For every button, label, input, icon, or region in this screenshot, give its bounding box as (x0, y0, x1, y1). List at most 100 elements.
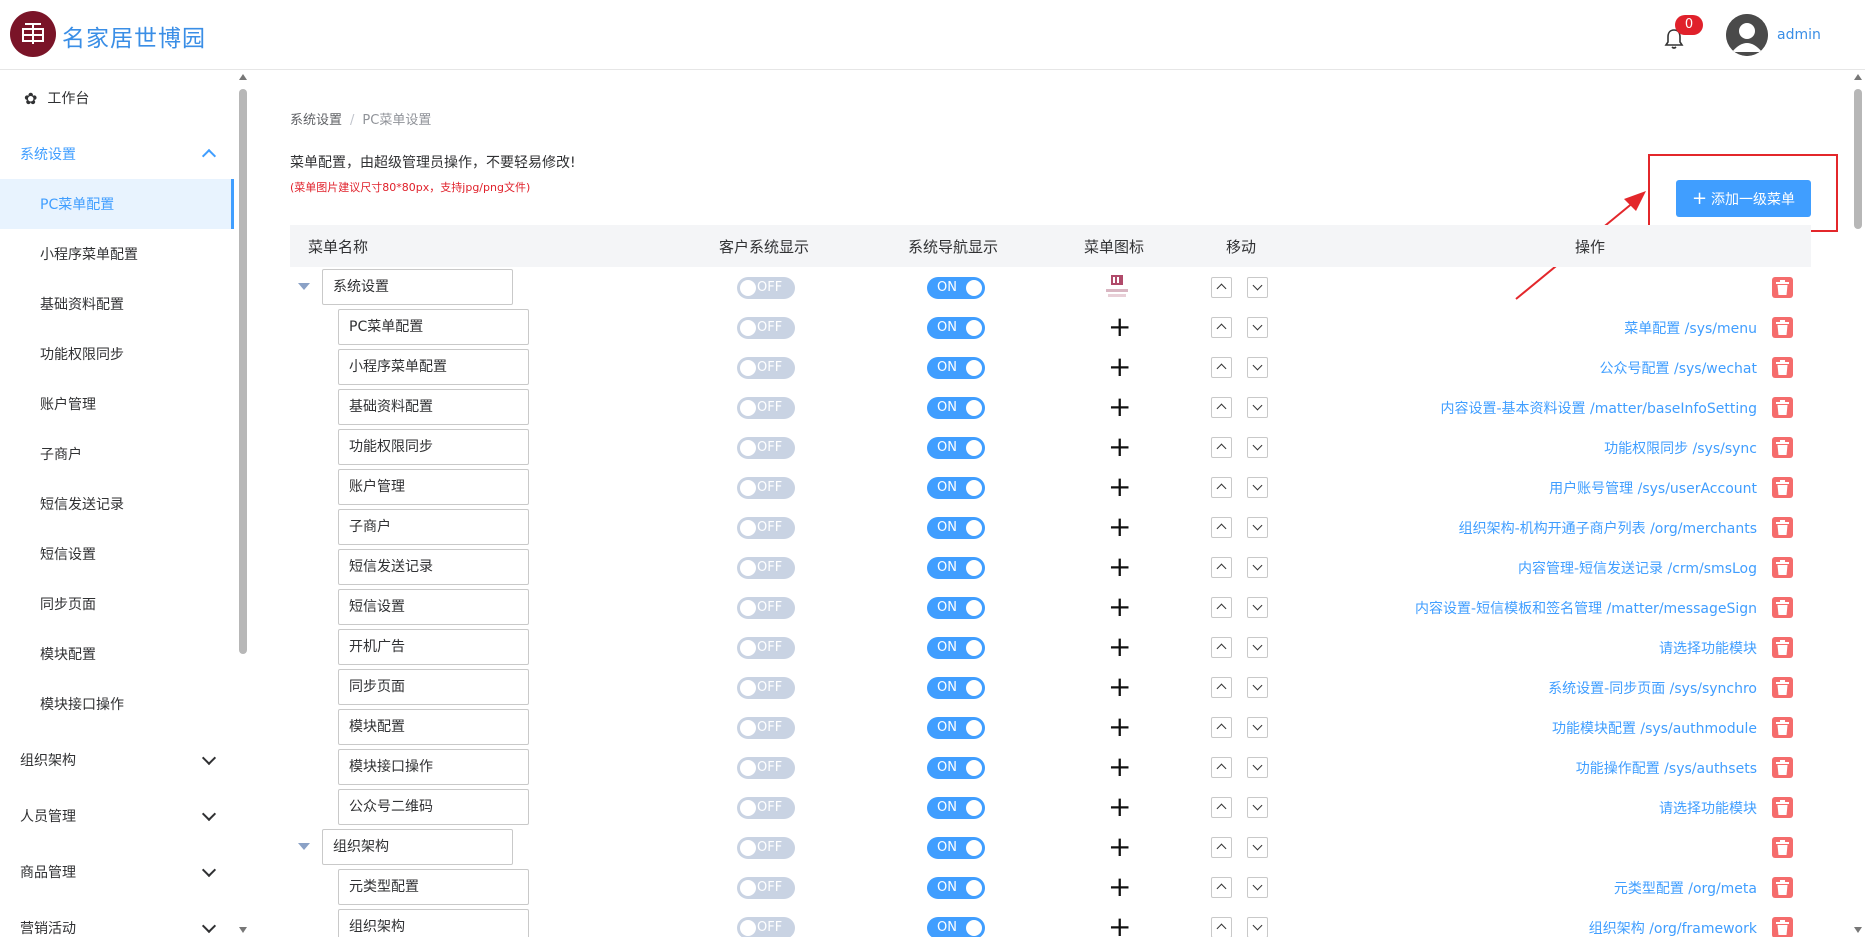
customer-display-toggle[interactable]: OFF (737, 637, 795, 659)
customer-display-toggle[interactable]: OFF (737, 517, 795, 539)
menu-name-input[interactable]: 子商户 (338, 509, 529, 545)
move-up-button[interactable] (1211, 877, 1232, 898)
nav-display-toggle[interactable]: ON (927, 397, 985, 419)
main-scrollbar[interactable] (1853, 71, 1863, 937)
sidebar-item-sync-page[interactable]: 同步页面 (0, 579, 234, 629)
move-down-button[interactable] (1247, 677, 1268, 698)
delete-button[interactable] (1772, 397, 1793, 418)
delete-button[interactable] (1772, 717, 1793, 738)
customer-display-toggle[interactable]: OFF (737, 477, 795, 499)
sidebar-item-miniprogram-menu[interactable]: 小程序菜单配置 (0, 229, 234, 279)
upload-plus-icon[interactable]: + (1108, 673, 1131, 701)
menu-name-input[interactable]: 短信设置 (338, 589, 529, 625)
menu-route-link[interactable]: 请选择功能模块 (1659, 638, 1757, 658)
move-down-button[interactable] (1247, 877, 1268, 898)
move-up-button[interactable] (1211, 437, 1232, 458)
add-top-menu-button[interactable]: + 添加一级菜单 (1676, 180, 1811, 217)
upload-plus-icon[interactable]: + (1108, 433, 1131, 461)
sidebar-item-workbench[interactable]: ✿ 工作台 (0, 73, 234, 123)
scroll-down-arrow-icon[interactable] (1854, 927, 1862, 933)
nav-display-toggle[interactable]: ON (927, 477, 985, 499)
menu-name-input[interactable]: PC菜单配置 (338, 309, 529, 345)
menu-name-input[interactable]: 模块配置 (338, 709, 529, 745)
move-up-button[interactable] (1211, 637, 1232, 658)
nav-display-toggle[interactable]: ON (927, 717, 985, 739)
nav-display-toggle[interactable]: ON (927, 637, 985, 659)
upload-plus-icon[interactable]: + (1108, 913, 1131, 937)
move-down-button[interactable] (1247, 757, 1268, 778)
sidebar-item-products[interactable]: 商品管理 (0, 847, 234, 897)
nav-display-toggle[interactable]: ON (927, 437, 985, 459)
move-up-button[interactable] (1211, 317, 1232, 338)
nav-display-toggle[interactable]: ON (927, 597, 985, 619)
customer-display-toggle[interactable]: OFF (737, 837, 795, 859)
upload-plus-icon[interactable]: + (1108, 593, 1131, 621)
customer-display-toggle[interactable]: OFF (737, 437, 795, 459)
move-down-button[interactable] (1247, 357, 1268, 378)
customer-display-toggle[interactable]: OFF (737, 597, 795, 619)
nav-display-toggle[interactable]: ON (927, 797, 985, 819)
delete-button[interactable] (1772, 877, 1793, 898)
menu-name-input[interactable]: 短信发送记录 (338, 549, 529, 585)
move-down-button[interactable] (1247, 277, 1268, 298)
sidebar-item-organization[interactable]: 组织架构 (0, 735, 234, 785)
menu-route-link[interactable]: 菜单配置 /sys/menu (1624, 318, 1757, 338)
upload-plus-icon[interactable]: + (1108, 473, 1131, 501)
nav-display-toggle[interactable]: ON (927, 557, 985, 579)
scroll-up-arrow-icon[interactable] (239, 74, 247, 80)
delete-button[interactable] (1772, 357, 1793, 378)
menu-name-input[interactable]: 同步页面 (338, 669, 529, 705)
delete-button[interactable] (1772, 917, 1793, 937)
move-down-button[interactable] (1247, 437, 1268, 458)
move-down-button[interactable] (1247, 317, 1268, 338)
menu-route-link[interactable]: 公众号配置 /sys/wechat (1600, 358, 1757, 378)
customer-display-toggle[interactable]: OFF (737, 917, 795, 937)
delete-button[interactable] (1772, 557, 1793, 578)
delete-button[interactable] (1772, 797, 1793, 818)
nav-display-toggle[interactable]: ON (927, 277, 985, 299)
menu-route-link[interactable]: 内容设置-基本资料设置 /matter/baseInfoSetting (1441, 398, 1758, 418)
move-down-button[interactable] (1247, 517, 1268, 538)
menu-name-input[interactable]: 组织架构 (338, 909, 529, 937)
nav-display-toggle[interactable]: ON (927, 357, 985, 379)
menu-route-link[interactable]: 组织架构 /org/framework (1589, 918, 1757, 937)
username[interactable]: admin (1777, 27, 1821, 43)
move-up-button[interactable] (1211, 397, 1232, 418)
customer-display-toggle[interactable]: OFF (737, 797, 795, 819)
upload-plus-icon[interactable]: + (1108, 353, 1131, 381)
sidebar-item-module-config[interactable]: 模块配置 (0, 629, 234, 679)
move-up-button[interactable] (1211, 837, 1232, 858)
menu-route-link[interactable]: 用户账号管理 /sys/userAccount (1549, 478, 1757, 498)
menu-route-link[interactable]: 系统设置-同步页面 /sys/synchro (1548, 678, 1757, 698)
scroll-down-arrow-icon[interactable] (239, 927, 247, 933)
move-up-button[interactable] (1211, 557, 1232, 578)
delete-button[interactable] (1772, 757, 1793, 778)
upload-plus-icon[interactable]: + (1108, 313, 1131, 341)
move-down-button[interactable] (1247, 837, 1268, 858)
move-down-button[interactable] (1247, 557, 1268, 578)
sidebar-item-marketing[interactable]: 营销活动 (0, 903, 234, 937)
menu-route-link[interactable]: 功能权限同步 /sys/sync (1604, 438, 1757, 458)
sidebar-scrollbar[interactable] (238, 71, 248, 937)
sidebar-item-system-settings[interactable]: 系统设置 (0, 129, 234, 179)
upload-plus-icon[interactable]: + (1108, 633, 1131, 661)
expand-caret-icon[interactable] (298, 283, 310, 290)
sidebar-item-account-management[interactable]: 账户管理 (0, 379, 234, 429)
customer-display-toggle[interactable]: OFF (737, 757, 795, 779)
move-down-button[interactable] (1247, 477, 1268, 498)
upload-plus-icon[interactable]: + (1108, 873, 1131, 901)
delete-button[interactable] (1772, 517, 1793, 538)
sidebar-item-personnel[interactable]: 人员管理 (0, 791, 234, 841)
upload-plus-icon[interactable]: + (1108, 553, 1131, 581)
menu-name-input[interactable]: 组织架构 (322, 829, 513, 865)
nav-display-toggle[interactable]: ON (927, 877, 985, 899)
nav-display-toggle[interactable]: ON (927, 517, 985, 539)
menu-name-input[interactable]: 账户管理 (338, 469, 529, 505)
customer-display-toggle[interactable]: OFF (737, 277, 795, 299)
nav-display-toggle[interactable]: ON (927, 917, 985, 937)
nav-display-toggle[interactable]: ON (927, 677, 985, 699)
menu-route-link[interactable]: 功能操作配置 /sys/authsets (1576, 758, 1757, 778)
breadcrumb-parent[interactable]: 系统设置 (290, 113, 342, 128)
delete-button[interactable] (1772, 477, 1793, 498)
move-down-button[interactable] (1247, 717, 1268, 738)
